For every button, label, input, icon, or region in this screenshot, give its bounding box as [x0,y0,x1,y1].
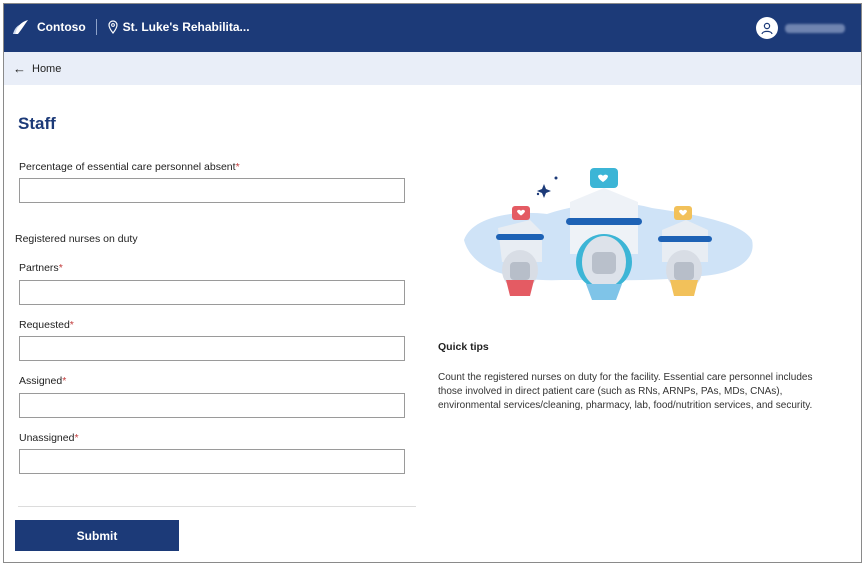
user-avatar[interactable] [756,17,778,39]
quick-tips-body: Count the registered nurses on duty for … [438,372,813,411]
user-avatar-icon [761,22,773,35]
unassigned-input[interactable] [19,449,405,474]
form-divider [18,506,416,507]
facility-name: St. Luke's Rehabilita... [122,20,250,34]
masked-workers-illustration [464,168,753,300]
quick-tips-title: Quick tips [438,341,489,353]
user-name-redacted[interactable] [785,24,845,33]
contoso-leaf-icon [13,20,28,34]
back-home-link[interactable]: ← Home [4,52,861,85]
back-label: Home [32,62,62,75]
partners-field-label: Partners* [19,262,63,274]
header-divider [95,19,97,35]
partners-input[interactable] [19,280,405,305]
assigned-field-label: Assigned* [19,375,67,387]
app-window: Contoso St. Luke's Rehabilita... ← Home … [3,3,862,563]
top-bar: Contoso St. Luke's Rehabilita... [4,4,861,52]
location-pin-icon [108,20,118,34]
absent-field-label: Percentage of essential care personnel a… [19,161,240,173]
page-title: Staff [18,114,56,133]
requested-input[interactable] [19,336,405,361]
absent-percentage-input[interactable] [19,178,405,203]
requested-field-label: Requested* [19,319,74,331]
back-arrow-icon: ← [13,61,26,76]
assigned-input[interactable] [19,393,405,418]
nurses-section-label: Registered nurses on duty [15,233,138,245]
unassigned-field-label: Unassigned* [19,432,79,444]
submit-button[interactable]: Submit [15,520,179,551]
brand-area[interactable]: Contoso St. Luke's Rehabilita... [12,18,250,36]
brand-name: Contoso [37,20,86,34]
